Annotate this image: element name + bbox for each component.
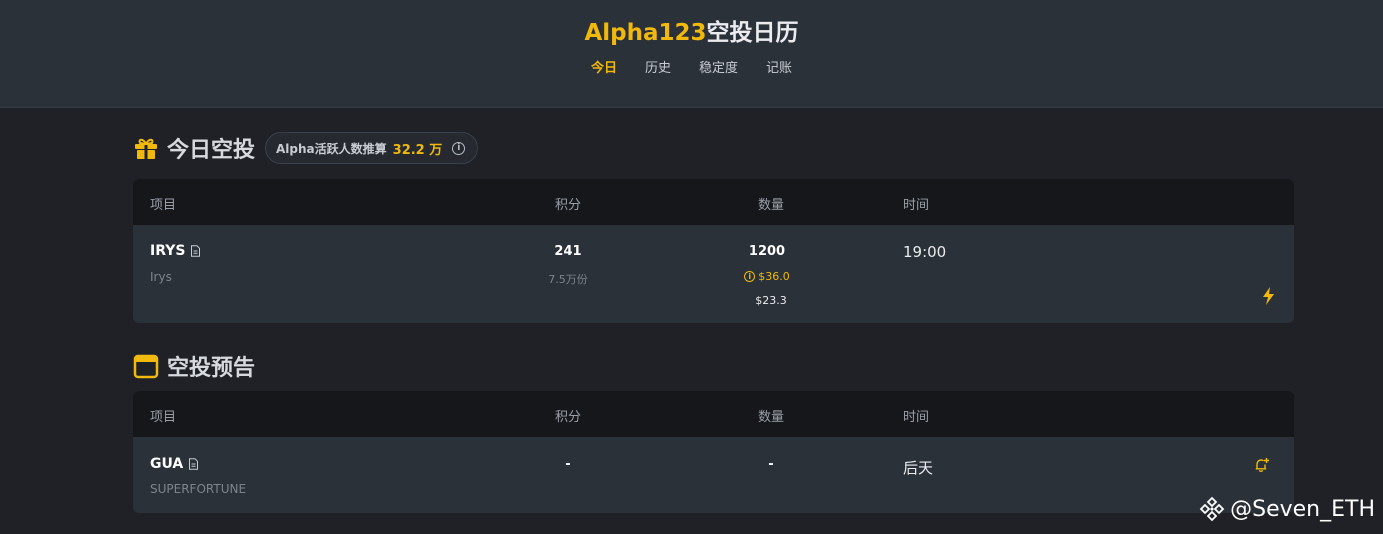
active-users-label: Alpha活跃人数推算 — [276, 141, 387, 156]
col-project: 项目 — [150, 198, 177, 213]
watermark: @Seven_ETH — [1198, 495, 1375, 523]
col-time: 时间 — [903, 410, 930, 425]
preview-airdrop-table: 项目 积分 数量 时间 GUA SUPERFORTUNE - - 后天 — [133, 391, 1294, 513]
tab-ledger[interactable]: 记账 — [752, 51, 806, 82]
watermark-text: @Seven_ETH — [1230, 496, 1375, 522]
table-row[interactable]: IRYS Irys 241 7.5万份 1200 i $36.0 $23.3 1… — [133, 225, 1294, 323]
active-users-badge: Alpha活跃人数推算 32.2 万 i — [265, 132, 479, 164]
lightning-icon[interactable] — [1262, 287, 1275, 305]
app-title-rest: 空投日历 — [706, 20, 799, 46]
col-points: 积分 — [555, 198, 582, 213]
project-symbol: GUA — [150, 456, 199, 472]
preview-section-title: 空投预告 — [167, 356, 256, 381]
project-symbol: IRYS — [150, 243, 201, 259]
info-icon[interactable]: i — [744, 271, 756, 282]
col-quantity: 数量 — [758, 410, 785, 425]
tab-today[interactable]: 今日 — [577, 51, 631, 82]
value-warning-text: $36.0 — [758, 270, 790, 283]
points-sub: 7.5万份 — [548, 273, 588, 286]
app-header: Alpha123空投日历 今日 历史 稳定度 记账 — [0, 0, 1383, 108]
tab-stability[interactable]: 稳定度 — [685, 51, 752, 82]
project-name: Irys — [150, 270, 172, 284]
airdrop-time: 19:00 — [903, 243, 947, 261]
today-section-header: 今日空投 Alpha活跃人数推算 32.2 万 i — [133, 132, 479, 164]
today-airdrop-table: 项目 积分 数量 时间 IRYS Irys 241 7.5万份 1200 i $… — [133, 179, 1294, 323]
table-header: 项目 积分 数量 时间 — [133, 391, 1294, 437]
project-symbol-text: GUA — [150, 456, 184, 472]
app-title: Alpha123空投日历 — [0, 0, 1383, 46]
table-header: 项目 积分 数量 时间 — [133, 179, 1294, 225]
points-value: - — [565, 457, 571, 472]
col-points: 积分 — [555, 410, 582, 425]
table-row[interactable]: GUA SUPERFORTUNE - - 后天 — [133, 437, 1294, 513]
preview-section-header: 空投预告 — [133, 350, 255, 382]
active-users-value: 32.2 万 — [392, 142, 443, 158]
today-section-title: 今日空投 — [167, 138, 256, 163]
value-warning: i $36.0 — [727, 270, 807, 283]
quantity-value: - — [768, 457, 774, 472]
document-icon[interactable] — [188, 458, 199, 470]
col-quantity: 数量 — [758, 198, 785, 213]
calendar-icon — [133, 354, 159, 379]
points-value: 241 — [554, 244, 582, 259]
airdrop-time: 后天 — [903, 459, 934, 477]
info-icon[interactable]: i — [452, 141, 466, 155]
project-symbol-text: IRYS — [150, 243, 186, 259]
bell-plus-icon[interactable] — [1254, 457, 1270, 473]
document-icon[interactable] — [190, 245, 201, 257]
project-name: SUPERFORTUNE — [150, 482, 247, 496]
binance-logo-icon — [1199, 496, 1225, 522]
col-project: 项目 — [150, 410, 177, 425]
app-title-accent: Alpha123 — [584, 20, 707, 46]
col-time: 时间 — [903, 198, 930, 213]
gift-icon — [135, 138, 157, 159]
quantity-value: 1200 — [748, 244, 786, 259]
value-usd: $23.3 — [755, 294, 787, 307]
tab-history[interactable]: 历史 — [631, 51, 685, 82]
main-nav: 今日 历史 稳定度 记账 — [0, 51, 1383, 82]
